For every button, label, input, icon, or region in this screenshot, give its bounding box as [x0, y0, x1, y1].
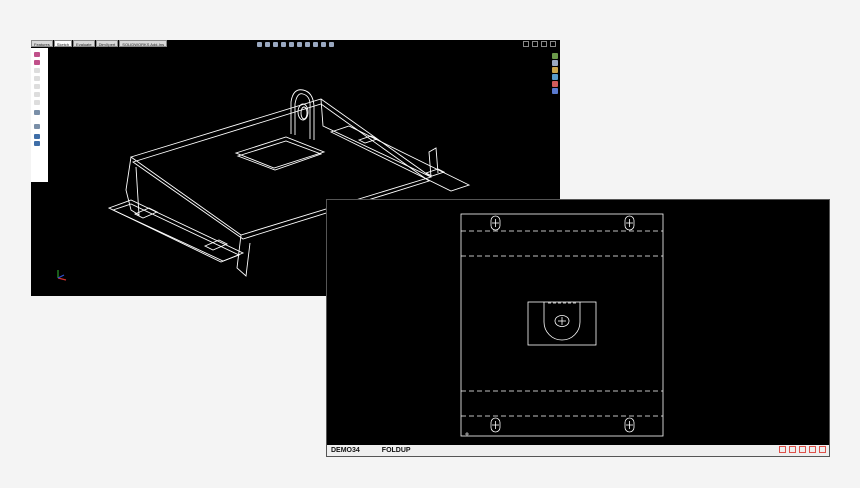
layer-icon[interactable]	[779, 446, 786, 453]
left-foot-inner	[111, 203, 241, 262]
lug-tab-inner	[294, 93, 311, 139]
lug-hole	[297, 103, 309, 121]
origin-marker	[465, 432, 469, 436]
part-name-label: DEMO34	[331, 447, 360, 454]
front-flange-corner	[236, 234, 251, 277]
left-foot	[107, 199, 245, 263]
mode-label: FOLDUP	[381, 447, 411, 454]
center-cutout-inner	[236, 140, 323, 171]
grid-icon[interactable]	[789, 446, 796, 453]
slot-top-right	[624, 215, 635, 231]
status-icon-group	[779, 446, 826, 453]
left-foot-slot-2	[203, 239, 229, 251]
flat-pattern-drawing	[460, 213, 664, 437]
right-flange	[428, 147, 439, 178]
status-bar: DEMO34 FOLDUP	[327, 445, 829, 456]
right-foot	[329, 125, 471, 192]
slot-bottom-left	[490, 417, 501, 433]
coordinate-triad-icon	[57, 270, 67, 281]
zoom-icon[interactable]	[809, 446, 816, 453]
lug-tab	[290, 89, 315, 140]
center-cutout-with-lug	[527, 301, 597, 346]
slot-top-left	[490, 215, 501, 231]
window-icon[interactable]	[819, 446, 826, 453]
left-flange	[125, 156, 140, 216]
snap-icon[interactable]	[799, 446, 806, 453]
slot-bottom-right	[624, 417, 635, 433]
flat-pattern-window-2d[interactable]: DEMO34 FOLDUP	[326, 199, 830, 457]
